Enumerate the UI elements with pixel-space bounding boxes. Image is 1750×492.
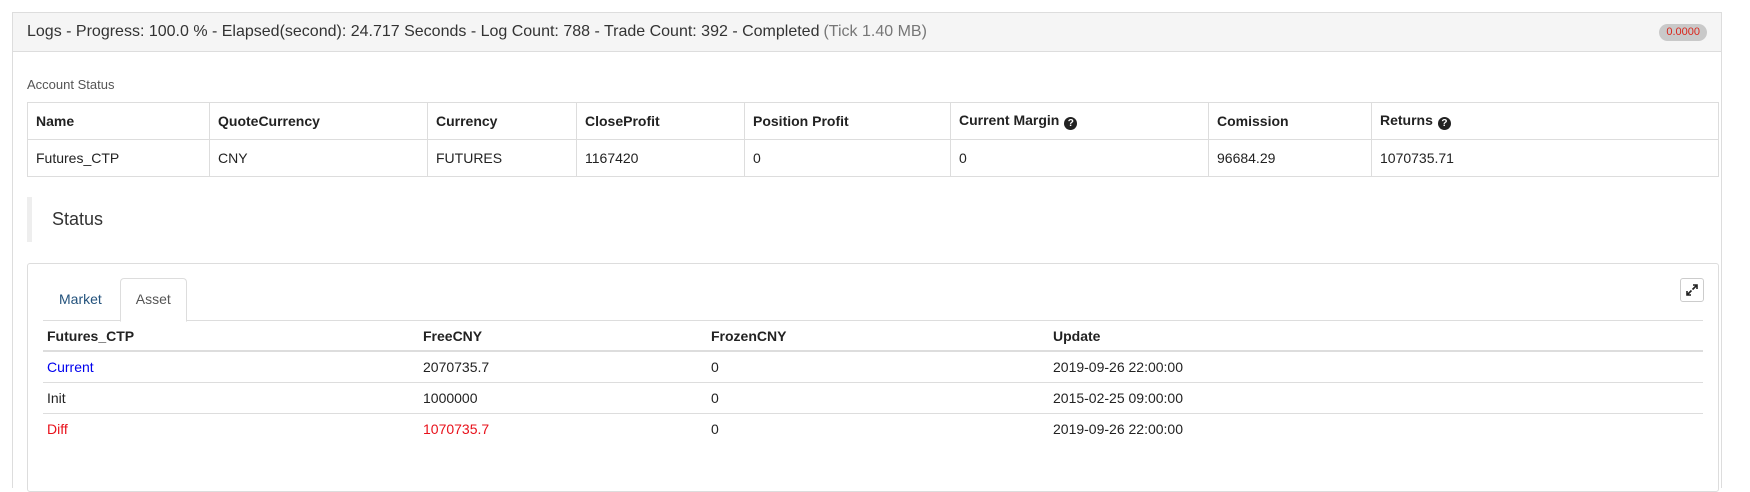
table-cell: Current (43, 351, 419, 383)
table-row: Init 1000000 0 2015-02-25 09:00:00 (43, 382, 1703, 414)
table-row: Futures_CTP CNY FUTURES 1167420 0 0 9668… (27, 139, 1719, 177)
column-header: Futures_CTP (43, 321, 419, 352)
logs-panel: Logs - Progress: 100.0 % - Elapsed(secon… (12, 12, 1722, 492)
table-cell: 1167420 (576, 139, 745, 177)
column-header: QuoteCurrency (209, 102, 428, 140)
tab-market[interactable]: Market (43, 278, 118, 320)
table-header-row: Futures_CTP FreeCNY FrozenCNY Update (43, 321, 1703, 352)
tab-bar: Market Asset (43, 278, 1703, 322)
table-cell: 0 (707, 382, 1049, 414)
table-cell: 0 (707, 351, 1049, 383)
table-cell: 1070735.71 (1371, 139, 1719, 177)
column-header: FreeCNY (419, 321, 707, 352)
column-header: Current Margin? (950, 102, 1209, 140)
table-cell: Init (43, 382, 419, 414)
column-header: Currency (427, 102, 577, 140)
table-cell: 2019-09-26 22:00:00 (1049, 351, 1703, 383)
table-cell: 0 (744, 139, 951, 177)
table-cell: 1070735.7 (423, 420, 490, 437)
expand-icon (1686, 284, 1698, 296)
column-header: Position Profit (744, 102, 951, 140)
column-header: Name (27, 102, 210, 140)
table-row: Current 2070735.7 0 2019-09-26 22:00:00 (43, 351, 1703, 383)
logs-panel-heading: Logs - Progress: 100.0 % - Elapsed(secon… (13, 13, 1721, 52)
table-cell: 0 (711, 420, 719, 437)
column-header: Returns? (1371, 102, 1719, 140)
table-cell: 0 (950, 139, 1209, 177)
status-title: Status (52, 209, 104, 229)
question-circle-icon[interactable]: ? (1437, 117, 1451, 130)
expand-button[interactable] (1680, 278, 1704, 302)
table-cell: 1000000 (419, 382, 707, 414)
table-cell: Futures_CTP (27, 139, 210, 177)
table-cell: 2019-09-26 22:00:00 (1053, 420, 1183, 437)
column-header: Comission (1208, 102, 1372, 140)
table-cell: CNY (209, 139, 428, 177)
table-cell: 2070735.7 (419, 351, 707, 383)
table-cell: 2015-02-25 09:00:00 (1049, 382, 1703, 414)
column-header: CloseProfit (576, 102, 745, 140)
table-cell: 96684.29 (1208, 139, 1372, 177)
column-header: Update (1049, 321, 1703, 352)
column-header: FrozenCNY (707, 321, 1049, 352)
status-box: Market Asset Futures_CTP FreeCNY FrozenC… (27, 263, 1719, 492)
status-heading: Status (27, 197, 327, 242)
table-cell: FUTURES (427, 139, 577, 177)
account-status-table: Name QuoteCurrency Currency CloseProfit … (27, 102, 1719, 177)
table-row: Diff 1070735.7 0 2019-09-26 22:00:00 (43, 413, 1703, 444)
table-header-row: Name QuoteCurrency Currency CloseProfit … (27, 102, 1719, 140)
tab-asset[interactable]: Asset (119, 278, 187, 322)
account-status-label: Account Status (27, 77, 115, 92)
tick-size: (Tick 1.40 MB) (823, 23, 927, 40)
logs-title: Logs - Progress: 100.0 % - Elapsed(secon… (27, 23, 820, 40)
asset-table: Futures_CTP FreeCNY FrozenCNY Update Cur… (43, 321, 1703, 444)
question-circle-icon[interactable]: ? (1064, 117, 1078, 130)
table-cell: Diff (47, 420, 68, 437)
status-badge: 0.0000 (1659, 24, 1707, 41)
